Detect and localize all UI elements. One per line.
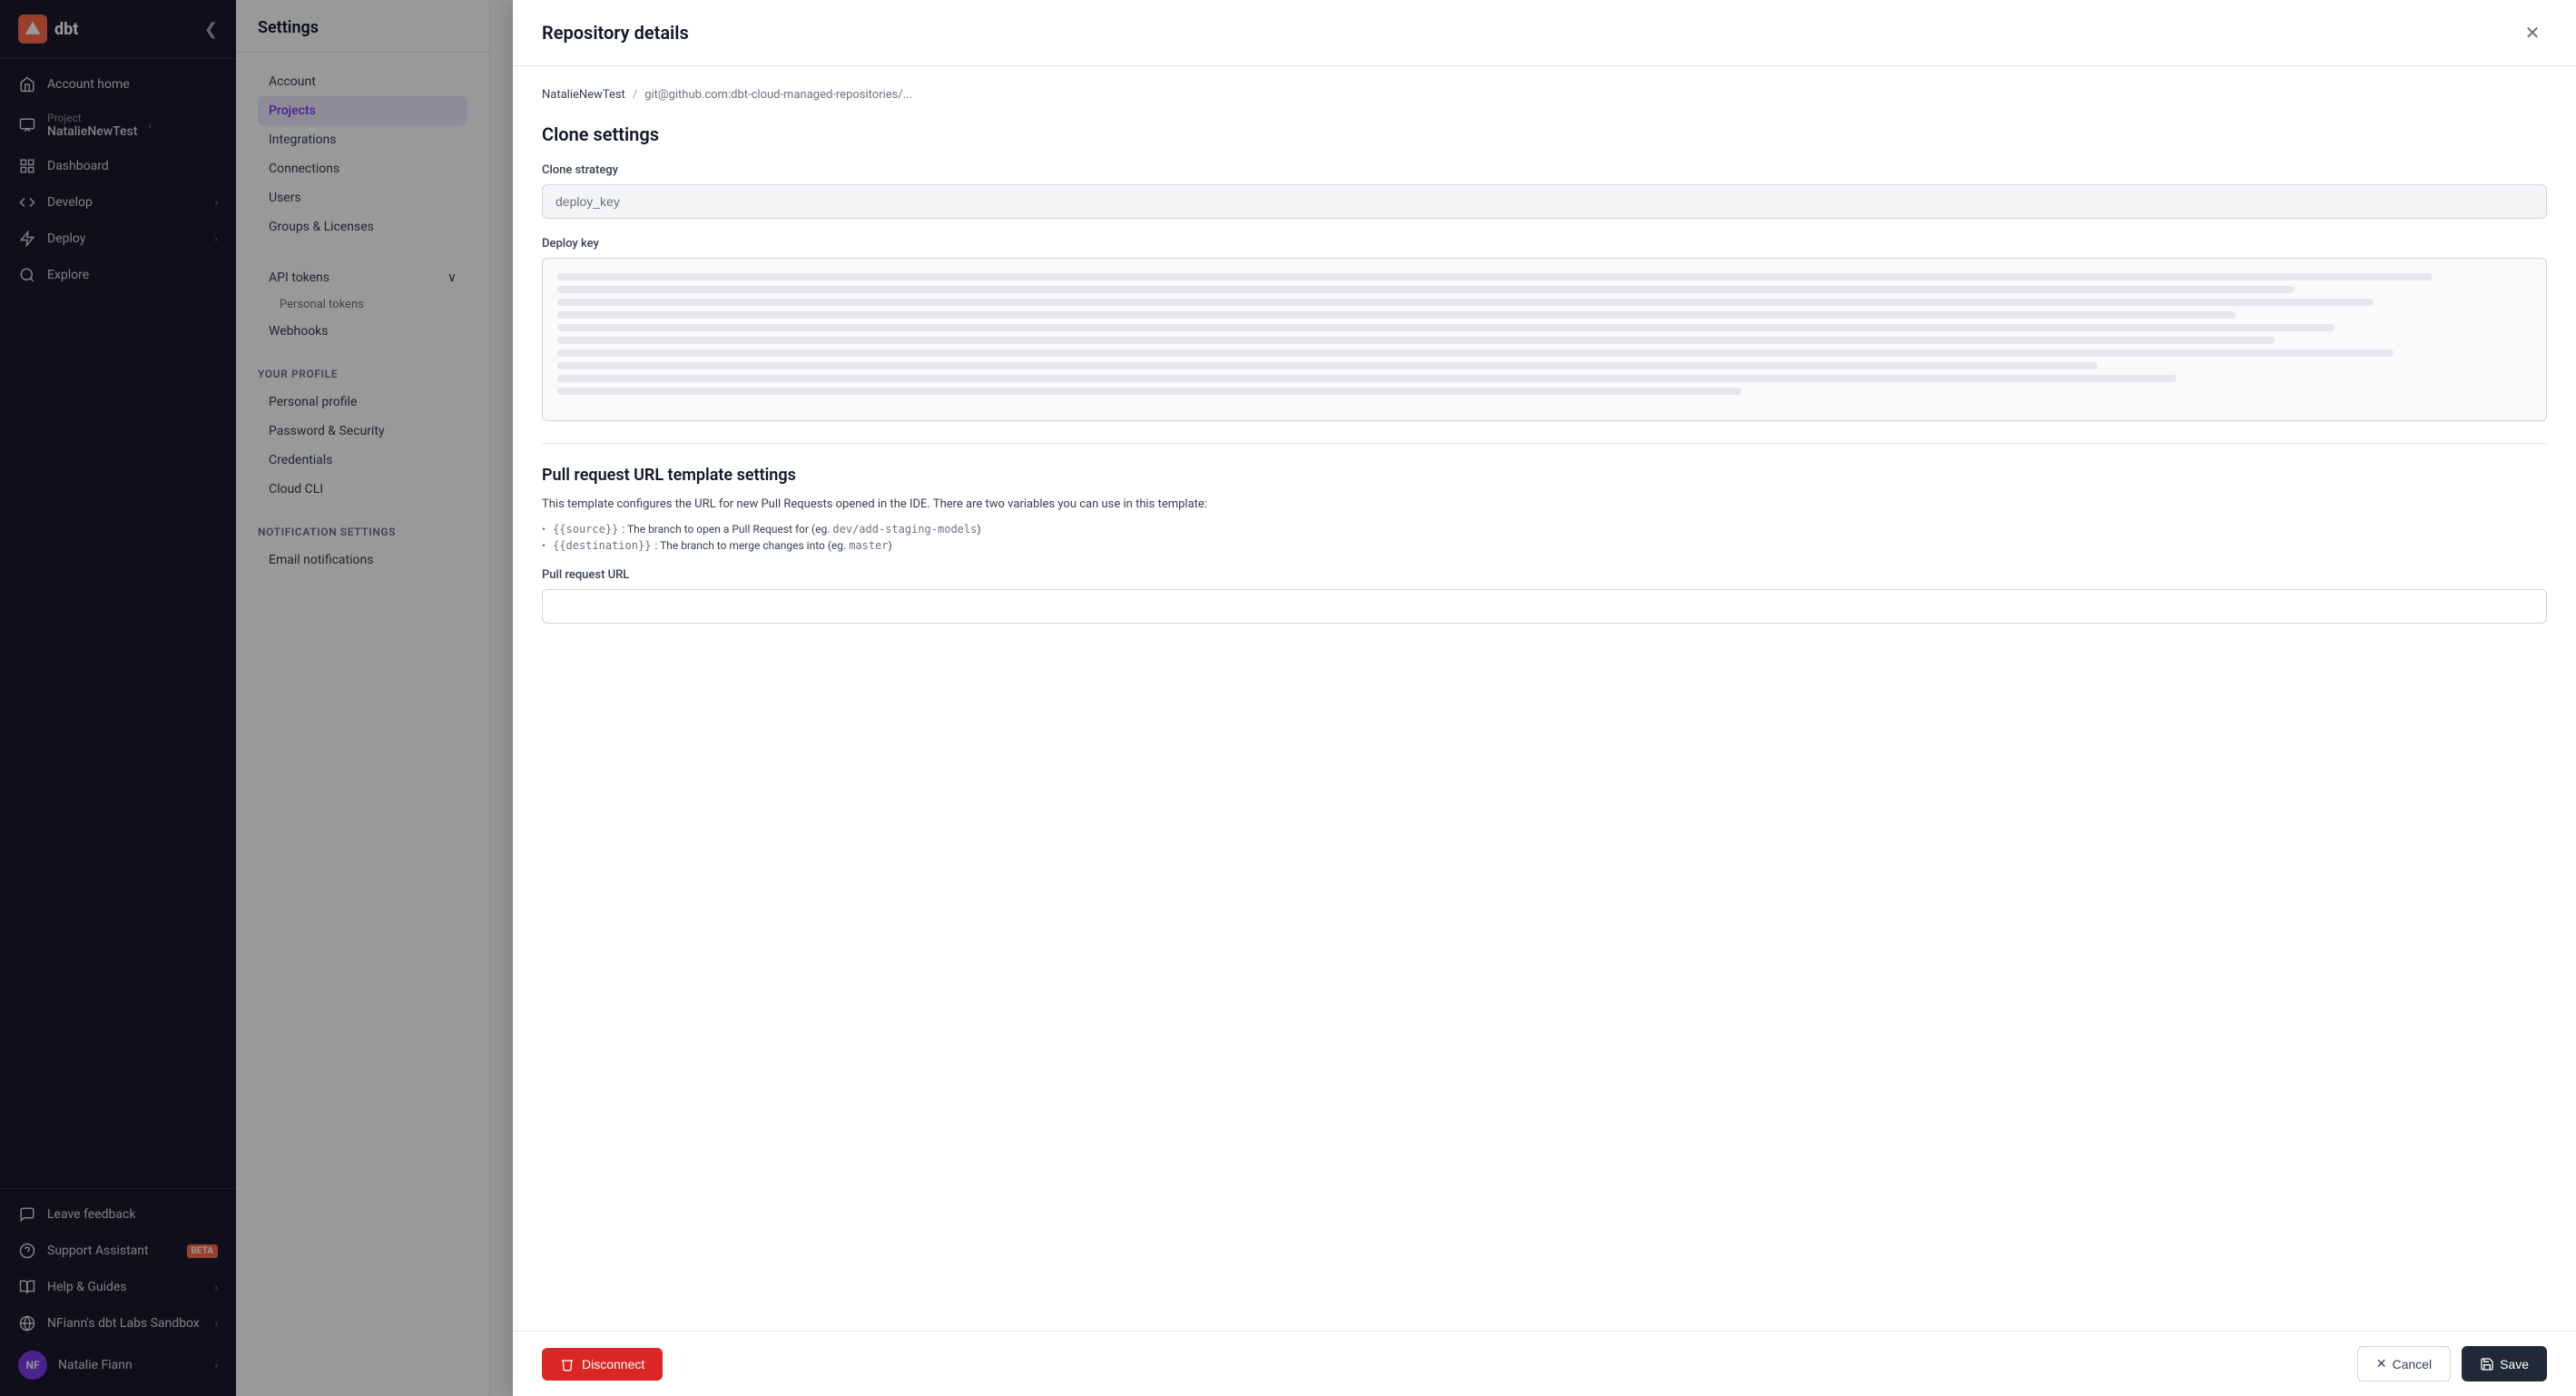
pr-var-desc: : The branch to merge changes into (eg. …	[654, 539, 891, 552]
disconnect-icon	[560, 1357, 575, 1371]
breadcrumb-project-link[interactable]: NatalieNewTest	[542, 88, 625, 102]
save-icon	[2480, 1357, 2494, 1371]
pull-request-description: This template configures the URL for new…	[542, 496, 2547, 514]
pull-request-url-input[interactable]	[542, 589, 2547, 624]
cancel-icon: ✕	[2376, 1356, 2387, 1371]
key-line	[557, 362, 2098, 369]
deploy-key-display	[542, 258, 2547, 421]
pull-request-section-title: Pull request URL template settings	[542, 466, 2547, 485]
key-line	[557, 388, 1742, 395]
key-line	[557, 311, 2236, 319]
pull-request-url-field: Pull request URL	[542, 568, 2547, 624]
key-line	[557, 349, 2394, 357]
disconnect-label: Disconnect	[582, 1357, 644, 1371]
repository-details-modal: Repository details ✕ NatalieNewTest / gi…	[513, 0, 2576, 1396]
pr-var-desc: : The branch to open a Pull Request for …	[622, 523, 980, 536]
section-divider	[542, 443, 2547, 444]
disconnect-button[interactable]: Disconnect	[542, 1348, 663, 1381]
key-line	[557, 299, 2374, 306]
modal-title: Repository details	[542, 22, 689, 44]
modal-overlay: Repository details ✕ NatalieNewTest / gi…	[0, 0, 2576, 1396]
clone-strategy-field: Clone strategy document.querySelector('[…	[542, 163, 2547, 219]
footer-actions: ✕ Cancel Save	[2357, 1346, 2547, 1381]
key-line	[557, 324, 2335, 331]
key-line	[557, 375, 2177, 382]
clone-settings-title: Clone settings	[542, 123, 2547, 145]
key-line	[557, 273, 2433, 280]
cancel-label: Cancel	[2392, 1357, 2432, 1371]
pull-request-variables: {{source}} : The branch to open a Pull R…	[542, 521, 2547, 554]
pr-var-item: {{source}} : The branch to open a Pull R…	[542, 521, 2547, 537]
cancel-button[interactable]: ✕ Cancel	[2357, 1346, 2451, 1381]
save-label: Save	[2500, 1357, 2529, 1371]
modal-close-button[interactable]: ✕	[2518, 18, 2547, 47]
deploy-key-label: Deploy key	[542, 237, 2547, 251]
pr-var-code: {{destination}}	[553, 539, 651, 552]
modal-header: Repository details ✕	[513, 0, 2576, 66]
modal-footer: Disconnect ✕ Cancel Save	[513, 1331, 2576, 1396]
pr-var-code: {{source}}	[553, 523, 618, 536]
pull-request-url-label: Pull request URL	[542, 568, 2547, 582]
save-button[interactable]: Save	[2462, 1346, 2547, 1381]
breadcrumb-separator: /	[633, 88, 637, 102]
modal-body: NatalieNewTest / git@github.com:dbt-clou…	[513, 66, 2576, 1331]
key-line	[557, 337, 2275, 344]
key-line	[557, 286, 2295, 293]
breadcrumb: NatalieNewTest / git@github.com:dbt-clou…	[542, 88, 2547, 102]
pr-var-item: {{destination}} : The branch to merge ch…	[542, 537, 2547, 554]
breadcrumb-path: git@github.com:dbt-cloud-managed-reposit…	[644, 88, 912, 102]
clone-strategy-input[interactable]	[542, 184, 2547, 219]
deploy-key-field: Deploy key	[542, 237, 2547, 421]
clone-strategy-label: Clone strategy	[542, 163, 2547, 177]
